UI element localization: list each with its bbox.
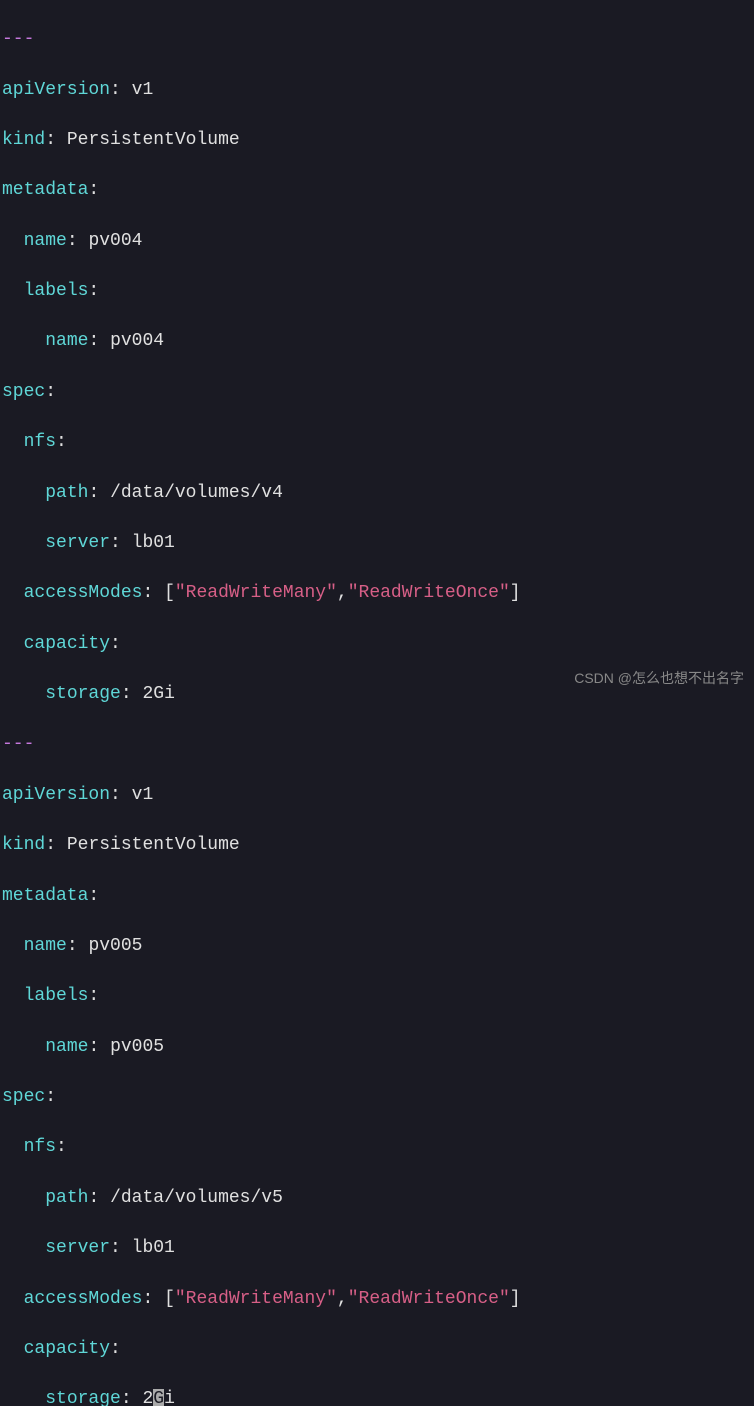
yaml-key: spec [2, 382, 45, 402]
code-line: capacity: [2, 1337, 752, 1362]
yaml-value: pv004 [88, 231, 142, 251]
yaml-value: 2Gi [142, 684, 174, 704]
yaml-key: capacity [24, 1339, 110, 1359]
yaml-string: "ReadWriteMany" [175, 583, 337, 603]
yaml-value: v1 [132, 80, 154, 100]
yaml-key: storage [45, 684, 121, 704]
code-line: spec: [2, 380, 752, 405]
yaml-key: server [45, 533, 110, 553]
yaml-key: accessModes [24, 583, 143, 603]
yaml-string: "ReadWriteOnce" [348, 583, 510, 603]
code-line: name: pv005 [2, 1035, 752, 1060]
code-line: path: /data/volumes/v4 [2, 481, 752, 506]
yaml-editor[interactable]: --- apiVersion: v1 kind: PersistentVolum… [2, 2, 752, 1406]
yaml-key: metadata [2, 180, 88, 200]
yaml-key: name [45, 331, 88, 351]
yaml-string: "ReadWriteOnce" [348, 1289, 510, 1309]
yaml-key: nfs [24, 432, 56, 452]
watermark-text: CSDN @怎么也想不出名字 [574, 669, 744, 689]
yaml-value: pv005 [110, 1037, 164, 1057]
code-line: name: pv004 [2, 329, 752, 354]
code-line: accessModes: ["ReadWriteMany","ReadWrite… [2, 1287, 752, 1312]
cursor-position: G [153, 1389, 164, 1406]
yaml-value: /data/volumes/v4 [110, 483, 283, 503]
yaml-key: apiVersion [2, 80, 110, 100]
code-line: kind: PersistentVolume [2, 128, 752, 153]
yaml-key: spec [2, 1087, 45, 1107]
yaml-key: path [45, 483, 88, 503]
code-line: metadata: [2, 178, 752, 203]
code-line: metadata: [2, 884, 752, 909]
yaml-key: labels [24, 281, 89, 301]
code-line: labels: [2, 279, 752, 304]
yaml-value: PersistentVolume [67, 835, 240, 855]
code-line: server: lb01 [2, 1236, 752, 1261]
code-line: name: pv004 [2, 229, 752, 254]
code-line: labels: [2, 984, 752, 1009]
code-line: kind: PersistentVolume [2, 833, 752, 858]
doc-separator: --- [2, 29, 34, 49]
doc-separator: --- [2, 734, 34, 754]
yaml-value: pv004 [110, 331, 164, 351]
yaml-key: name [45, 1037, 88, 1057]
code-line: path: /data/volumes/v5 [2, 1186, 752, 1211]
code-line: name: pv005 [2, 934, 752, 959]
yaml-key: metadata [2, 886, 88, 906]
yaml-key: path [45, 1188, 88, 1208]
yaml-key: nfs [24, 1137, 56, 1157]
code-line: storage: 2Gi [2, 1387, 752, 1406]
code-line: apiVersion: v1 [2, 78, 752, 103]
yaml-value: lb01 [132, 1238, 175, 1258]
yaml-value: pv005 [88, 936, 142, 956]
code-line: accessModes: ["ReadWriteMany","ReadWrite… [2, 581, 752, 606]
yaml-key: capacity [24, 634, 110, 654]
separator-line: --- [2, 732, 752, 757]
code-line: capacity: [2, 632, 752, 657]
yaml-key: kind [2, 130, 45, 150]
yaml-key: name [24, 231, 67, 251]
yaml-string: "ReadWriteMany" [175, 1289, 337, 1309]
yaml-value: lb01 [132, 533, 175, 553]
yaml-key: labels [24, 986, 89, 1006]
yaml-value: i [164, 1389, 175, 1406]
code-line: server: lb01 [2, 531, 752, 556]
yaml-value: PersistentVolume [67, 130, 240, 150]
code-line: spec: [2, 1085, 752, 1110]
code-line: nfs: [2, 1135, 752, 1160]
yaml-key: server [45, 1238, 110, 1258]
code-line: nfs: [2, 430, 752, 455]
yaml-value: 2 [142, 1389, 153, 1406]
yaml-key: accessModes [24, 1289, 143, 1309]
code-line: apiVersion: v1 [2, 783, 752, 808]
yaml-key: name [24, 936, 67, 956]
yaml-value: /data/volumes/v5 [110, 1188, 283, 1208]
yaml-value: v1 [132, 785, 154, 805]
yaml-key: kind [2, 835, 45, 855]
separator-line: --- [2, 27, 752, 52]
yaml-key: storage [45, 1389, 121, 1406]
yaml-key: apiVersion [2, 785, 110, 805]
